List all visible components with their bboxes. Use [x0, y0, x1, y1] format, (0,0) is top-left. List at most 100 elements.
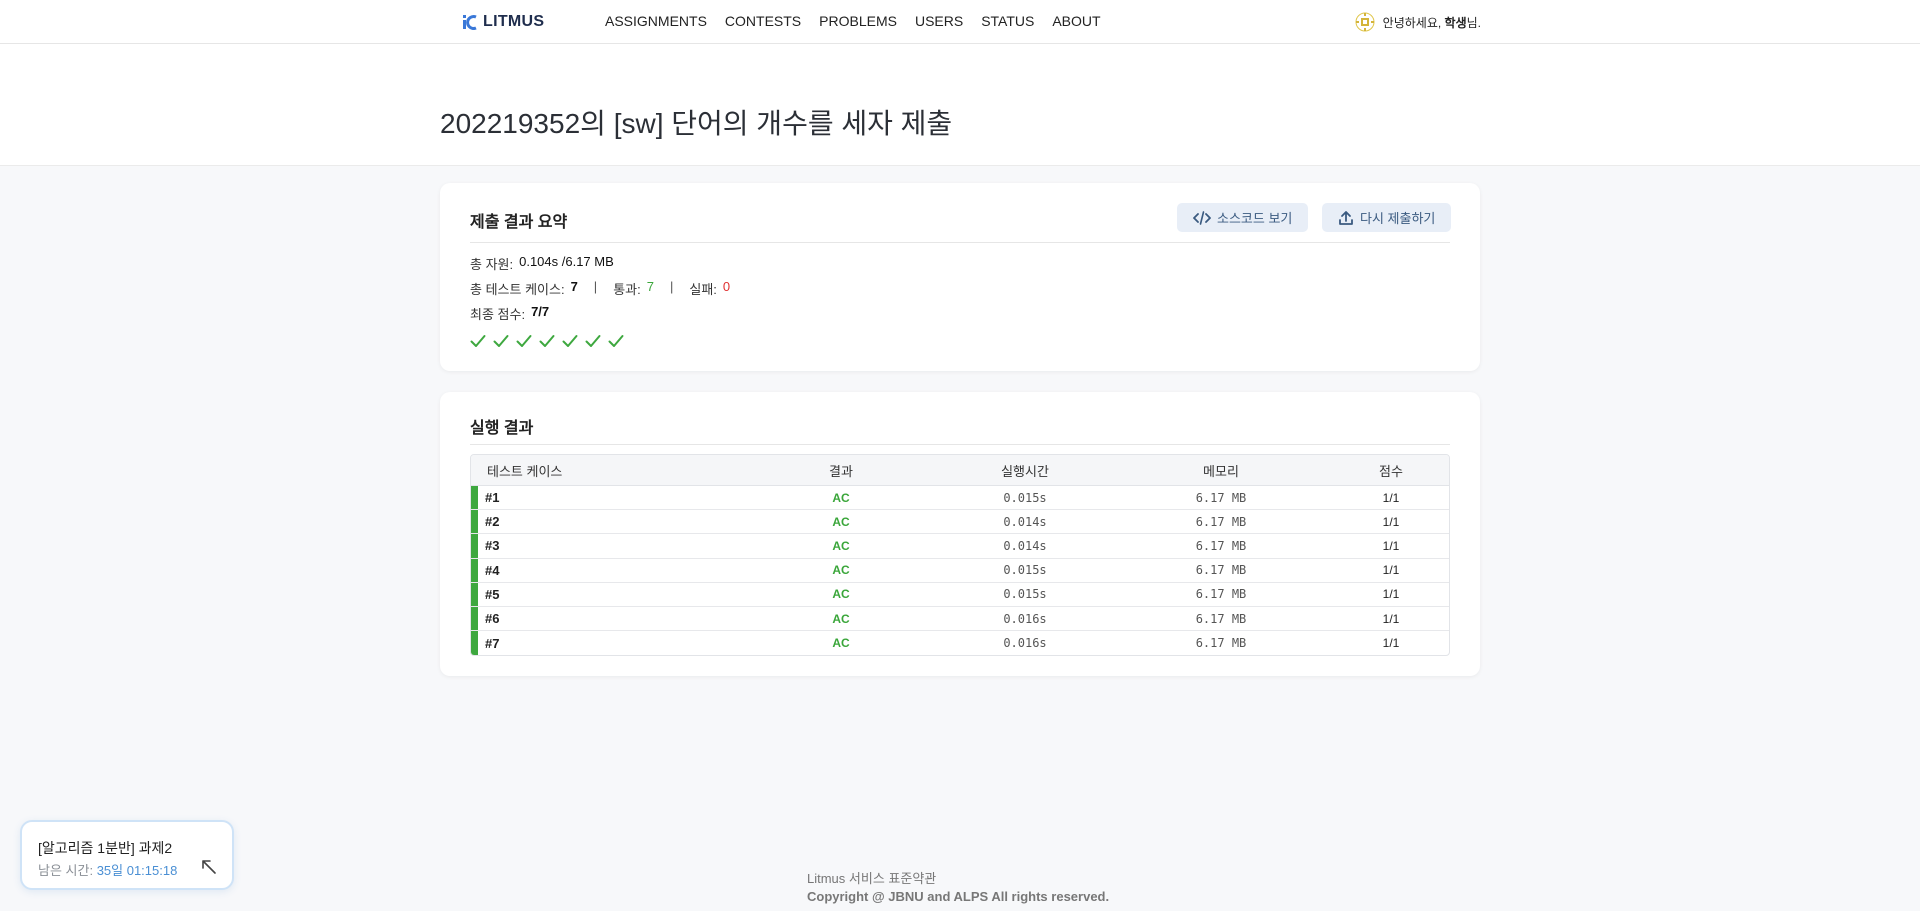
check-icon [585, 333, 601, 349]
resource-label: 총 자원: [470, 257, 514, 272]
title-band: 202219352의 [sw] 단어의 개수를 세자 제출 [0, 44, 1920, 166]
header-time: 실행시간 [1001, 463, 1049, 479]
cell-score: 1/1 [1382, 563, 1400, 578]
cell-score: 1/1 [1382, 587, 1400, 602]
assignment-timer-widget[interactable]: [알고리즘 1분반] 과제2 남은 시간: 35일 01:15:18 [20, 820, 234, 890]
litmus-logo[interactable]: LITMUS [462, 12, 544, 32]
resubmit-button[interactable]: 다시 제출하기 [1322, 203, 1452, 232]
page-title: 202219352의 [sw] 단어의 개수를 세자 제출 [440, 108, 953, 139]
cell-case: #1 [485, 490, 500, 506]
cell-memory: 6.17 MB [1195, 587, 1247, 602]
view-source-label: 소스코드 보기 [1217, 211, 1293, 226]
result-table: 테스트 케이스 결과 실행시간 메모리 점수 #1 AC 0.015s 6.17 MB… [470, 454, 1450, 657]
table-row: #1 AC 0.015s 6.17 MB 1/1 [471, 486, 1449, 511]
user-avatar-icon [1355, 12, 1375, 32]
cell-result: AC [832, 490, 850, 505]
table-row: #7 AC 0.016s 6.17 MB 1/1 [471, 631, 1449, 656]
pass-indicator [471, 582, 478, 606]
cell-memory: 6.17 MB [1195, 490, 1247, 505]
total-cases-label: 총 테스트 케이스: [470, 282, 565, 297]
cell-case: #7 [485, 635, 500, 651]
cell-case: #6 [485, 611, 500, 627]
cell-score: 1/1 [1382, 538, 1400, 553]
cell-result: AC [832, 611, 850, 626]
test-case-checks [470, 333, 624, 349]
table-body: #1 AC 0.015s 6.17 MB 1/1 #2 AC 0.014s 6.17 MB 1/1… [471, 486, 1449, 656]
nav-assignments[interactable]: ASSIGNMENTS [605, 13, 707, 29]
test-case-count-row: 총 테스트 케이스: 7 | 통과: 7 | 실패: 0 [470, 279, 730, 298]
cell-memory: 6.17 MB [1195, 611, 1247, 626]
table-row: #2 AC 0.014s 6.17 MB 1/1 [471, 510, 1449, 535]
nav-about[interactable]: ABOUT [1052, 13, 1100, 29]
view-source-button[interactable]: 소스코드 보기 [1177, 203, 1309, 232]
pass-indicator [471, 486, 478, 510]
remaining-time: 남은 시간: 35일 01:15:18 [38, 860, 177, 879]
summary-title: 제출 결과 요약 [470, 214, 568, 231]
check-icon [516, 333, 532, 349]
cell-memory: 6.17 MB [1195, 538, 1247, 553]
divider [470, 444, 1450, 445]
pass-indicator [471, 534, 478, 558]
pass-indicator [471, 606, 478, 631]
assignment-title: [알고리즘 1분반] 과제2 [38, 840, 173, 856]
remaining-value: 35일 01:15:18 [96, 863, 178, 878]
nav-contests[interactable]: CONTESTS [725, 13, 801, 29]
top-nav: LITMUS ASSIGNMENTS CONTESTS PROBLEMS USE… [0, 0, 1920, 44]
cell-score: 1/1 [1382, 490, 1400, 505]
copyright: Copyright @ JBNU and ALPS All rights res… [807, 889, 1110, 904]
cell-score: 1/1 [1382, 514, 1400, 529]
nav-problems[interactable]: PROBLEMS [819, 13, 897, 29]
cell-memory: 6.17 MB [1195, 514, 1247, 529]
total-cases-value: 7 [570, 279, 578, 294]
nav-status[interactable]: STATUS [981, 13, 1034, 29]
cell-score: 1/1 [1382, 611, 1400, 626]
check-icon [470, 333, 486, 349]
separator: | [669, 279, 674, 294]
table-row: #4 AC 0.015s 6.17 MB 1/1 [471, 558, 1449, 583]
table-header: 테스트 케이스 결과 실행시간 메모리 점수 [471, 455, 1449, 486]
cell-time: 0.016s [1003, 636, 1047, 651]
greeting-suffix: 님. [1466, 15, 1481, 30]
pass-value: 7 [646, 279, 654, 294]
execution-result-card: 실행 결과 테스트 케이스 결과 실행시간 메모리 점수 #1 AC 0.015s 6… [440, 392, 1480, 676]
terms-link[interactable]: Litmus 서비스 표준약관 [807, 870, 1109, 888]
cell-time: 0.016s [1003, 611, 1047, 626]
header-score: 점수 [1379, 463, 1403, 479]
cell-time: 0.014s [1003, 538, 1047, 553]
cell-result: AC [832, 587, 850, 602]
cell-result: AC [832, 563, 850, 578]
cell-memory: 6.17 MB [1195, 636, 1247, 651]
logo-text: LITMUS [483, 13, 545, 30]
code-icon [1193, 210, 1211, 225]
greeting-prefix: 안녕하세요, [1382, 15, 1445, 30]
check-icon [608, 333, 624, 349]
cell-result: AC [832, 636, 850, 651]
pass-indicator [471, 510, 478, 534]
footer: Litmus 서비스 표준약관 Copyright @ JBNU and ALP… [807, 870, 1109, 906]
resubmit-label: 다시 제출하기 [1360, 211, 1436, 226]
cell-case: #3 [485, 538, 500, 554]
cell-case: #2 [485, 514, 500, 530]
main-menu: ASSIGNMENTS CONTESTS PROBLEMS USERS STAT… [605, 13, 1101, 29]
total-resource-row: 총 자원: 0.104s /6.17 MB [470, 254, 614, 273]
arrow-up-left-icon[interactable] [200, 858, 218, 876]
upload-icon [1339, 210, 1353, 225]
check-icon [493, 333, 509, 349]
table-row: #6 AC 0.016s 6.17 MB 1/1 [471, 606, 1449, 632]
cell-time: 0.015s [1003, 587, 1047, 602]
nav-users[interactable]: USERS [915, 13, 963, 29]
user-menu[interactable]: 안녕하세요, 학생님. [1355, 12, 1481, 32]
cell-case: #4 [485, 562, 500, 578]
resource-value: 0.104s /6.17 MB [519, 254, 614, 269]
pass-label: 통과: [613, 282, 641, 297]
fail-label: 실패: [689, 282, 717, 297]
check-icon [539, 333, 555, 349]
table-row: #5 AC 0.015s 6.17 MB 1/1 [471, 582, 1449, 607]
table-row: #3 AC 0.014s 6.17 MB 1/1 [471, 534, 1449, 559]
submission-summary-card: 제출 결과 요약 소스코드 보기 다시 제출하기 총 자원: 0.104s /6… [440, 183, 1480, 371]
litmus-logo-icon [463, 15, 477, 30]
cell-time: 0.015s [1003, 563, 1047, 578]
cell-result: AC [832, 514, 850, 529]
cell-case: #5 [485, 586, 500, 602]
cell-result: AC [832, 538, 850, 553]
